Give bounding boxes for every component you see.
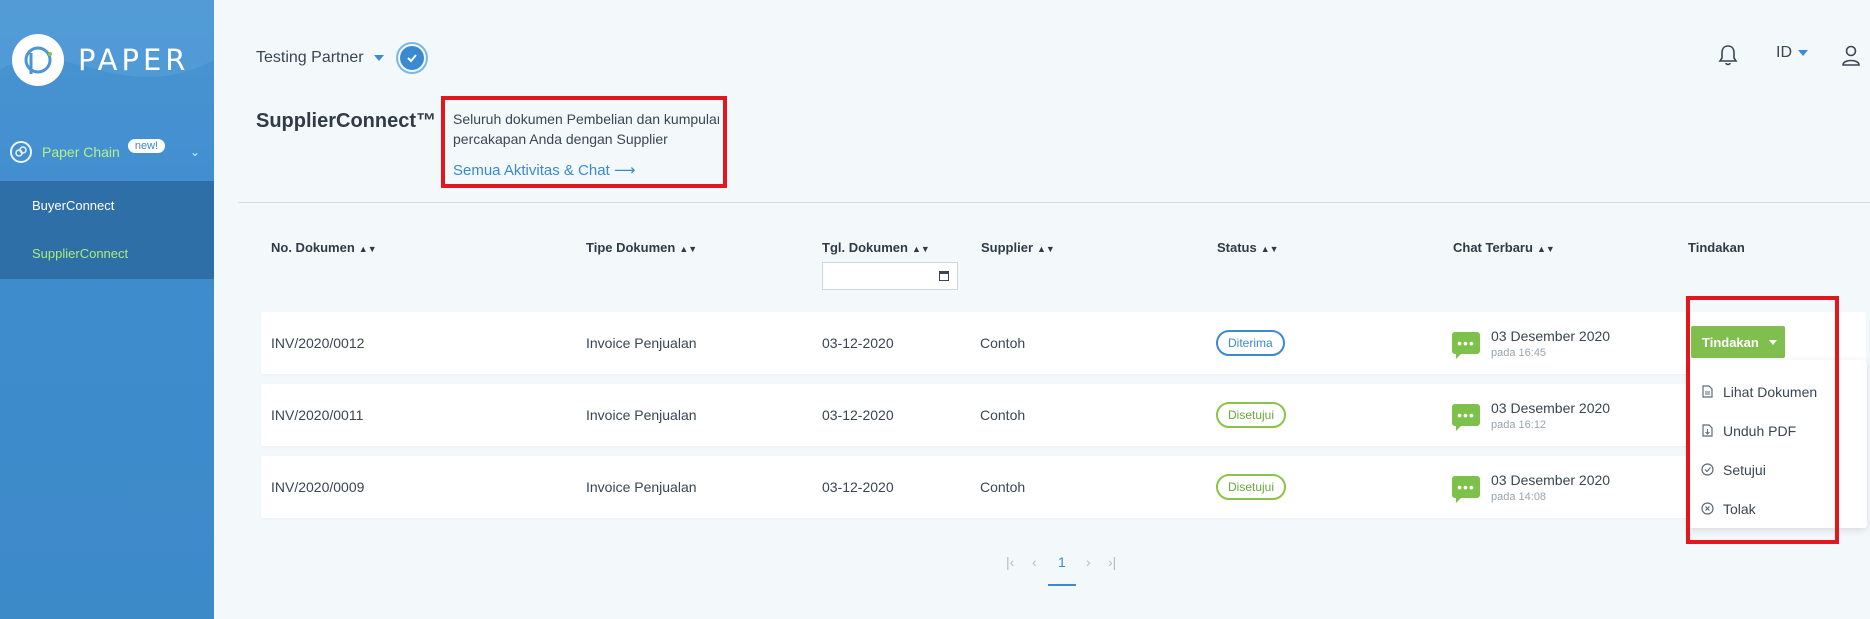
language-label: ID xyxy=(1776,44,1792,61)
cell-doc-type: Invoice Penjualan xyxy=(586,407,697,423)
column-header-label: Tipe Dokumen xyxy=(586,240,676,255)
calendar-icon xyxy=(939,271,949,281)
sidebar-item-label: Paper Chain xyxy=(42,144,120,160)
all-activity-chat-link[interactable]: Semua Aktivitas & Chat ⟶ xyxy=(453,161,719,179)
table-row[interactable]: INV/2020/0012 Invoice Penjualan 03-12-20… xyxy=(261,312,1866,374)
sort-icon: ▲▼ xyxy=(358,244,377,254)
cell-status: Disetujui xyxy=(1216,456,1287,518)
cell-status: Disetujui xyxy=(1216,384,1287,446)
page-number-label: 1 xyxy=(1058,554,1066,570)
column-header-label: Tgl. Dokumen xyxy=(822,240,908,255)
first-page-icon[interactable]: |‹ xyxy=(1006,554,1014,570)
sidebar-submenu: BuyerConnect SupplierConnect xyxy=(0,181,214,279)
chat-time: pada 16:45 xyxy=(1491,346,1547,359)
status-badge: Disetujui xyxy=(1216,474,1287,500)
actions-highlight-box xyxy=(1686,296,1839,544)
cell-doc-no: INV/2020/0009 xyxy=(271,479,365,495)
chat-date: 03 Desember 2020 xyxy=(1491,327,1611,344)
sort-icon: ▲▼ xyxy=(911,244,930,254)
logo-mark-icon xyxy=(12,34,64,86)
sidebar: PAPER Paper Chain new! ⌄ BuyerConnect Su… xyxy=(0,0,214,619)
column-header-label: No. Dokumen xyxy=(271,240,355,255)
chevron-down-icon: ⌄ xyxy=(189,145,200,159)
column-header-chat[interactable]: Chat Terbaru ▲▼ xyxy=(1453,240,1555,255)
column-header-label: Supplier xyxy=(981,240,1034,255)
info-highlight-box: Seluruh dokumen Pembelian dan kumpulan p… xyxy=(441,96,727,188)
brand-name: PAPER xyxy=(78,43,190,77)
sort-icon: ▲▼ xyxy=(679,244,698,254)
cell-chat[interactable]: ••• 03 Desember 2020 pada 16:45 xyxy=(1452,312,1610,374)
cell-doc-date: 03-12-2020 xyxy=(822,479,894,495)
sort-icon: ▲▼ xyxy=(1260,244,1279,254)
chat-time: pada 16:12 xyxy=(1491,418,1547,431)
status-badge: Disetujui xyxy=(1216,402,1287,428)
brand-logo[interactable]: PAPER xyxy=(12,34,189,86)
caret-down-icon xyxy=(1798,50,1808,56)
status-badge: Diterima xyxy=(1216,330,1285,356)
partner-name: Testing Partner xyxy=(256,49,364,66)
date-filter-input[interactable] xyxy=(822,262,958,290)
last-page-icon[interactable]: ›| xyxy=(1108,554,1116,570)
chat-bubble-icon: ••• xyxy=(1452,476,1480,503)
sidebar-item-paper-chain[interactable]: Paper Chain new! ⌄ xyxy=(0,130,214,174)
next-page-icon[interactable]: › xyxy=(1086,554,1091,570)
notification-bell-icon[interactable] xyxy=(1718,44,1738,66)
sort-icon: ▲▼ xyxy=(1536,244,1555,254)
chain-link-icon xyxy=(10,141,32,163)
chat-date: 03 Desember 2020 xyxy=(1491,471,1611,488)
chat-time: pada 14:08 xyxy=(1491,490,1547,503)
column-header-actions: Tindakan xyxy=(1688,240,1745,255)
column-header-status[interactable]: Status ▲▼ xyxy=(1217,240,1279,255)
header-divider xyxy=(238,202,1870,203)
cell-chat[interactable]: ••• 03 Desember 2020 pada 14:08 xyxy=(1452,456,1610,518)
table-row[interactable]: INV/2020/0011 Invoice Penjualan 03-12-20… xyxy=(261,384,1866,446)
column-header-label: Chat Terbaru xyxy=(1453,240,1533,255)
page-number-current[interactable]: 1 xyxy=(1058,554,1066,570)
column-header-supplier[interactable]: Supplier ▲▼ xyxy=(981,240,1055,255)
cell-doc-date: 03-12-2020 xyxy=(822,407,894,423)
language-selector[interactable]: ID xyxy=(1776,44,1808,62)
verified-icon xyxy=(395,42,428,74)
chat-date: 03 Desember 2020 xyxy=(1491,399,1611,416)
info-text-line-1: Seluruh dokumen Pembelian dan kumpulan xyxy=(453,111,719,127)
sort-icon: ▲▼ xyxy=(1037,244,1055,254)
cell-supplier: Contoh xyxy=(980,335,1026,351)
info-text-line-2: percakapan Anda dengan Supplier xyxy=(453,131,668,147)
cell-supplier: Contoh xyxy=(980,479,1026,495)
cell-doc-date: 03-12-2020 xyxy=(822,335,894,351)
prev-page-icon[interactable]: ‹ xyxy=(1032,554,1037,570)
current-page-underline xyxy=(1048,584,1076,586)
table-row[interactable]: INV/2020/0009 Invoice Penjualan 03-12-20… xyxy=(261,456,1866,518)
caret-down-icon xyxy=(373,55,384,61)
cell-doc-type: Invoice Penjualan xyxy=(586,479,697,495)
cell-chat[interactable]: ••• 03 Desember 2020 pada 16:12 xyxy=(1452,384,1610,446)
cell-doc-type: Invoice Penjualan xyxy=(586,335,697,351)
cell-doc-no: INV/2020/0011 xyxy=(271,407,364,423)
chat-bubble-icon: ••• xyxy=(1452,332,1480,359)
user-profile-icon[interactable] xyxy=(1841,44,1861,66)
partner-selector[interactable]: Testing Partner xyxy=(256,42,428,74)
cell-supplier: Contoh xyxy=(980,407,1026,423)
page-title: SupplierConnect™ xyxy=(256,110,437,132)
column-header-label: Status xyxy=(1217,240,1257,255)
new-badge: new! xyxy=(127,139,166,153)
column-header-doc-date[interactable]: Tgl. Dokumen ▲▼ xyxy=(822,240,930,255)
cell-status: Diterima xyxy=(1216,312,1285,374)
chat-bubble-icon: ••• xyxy=(1452,404,1480,431)
cell-doc-no: INV/2020/0012 xyxy=(271,335,365,351)
sidebar-item-buyerconnect[interactable]: BuyerConnect xyxy=(0,181,214,229)
column-header-doc-no[interactable]: No. Dokumen ▲▼ xyxy=(271,240,377,255)
sidebar-item-supplierconnect[interactable]: SupplierConnect xyxy=(0,229,214,277)
column-header-doc-type[interactable]: Tipe Dokumen ▲▼ xyxy=(586,240,697,255)
